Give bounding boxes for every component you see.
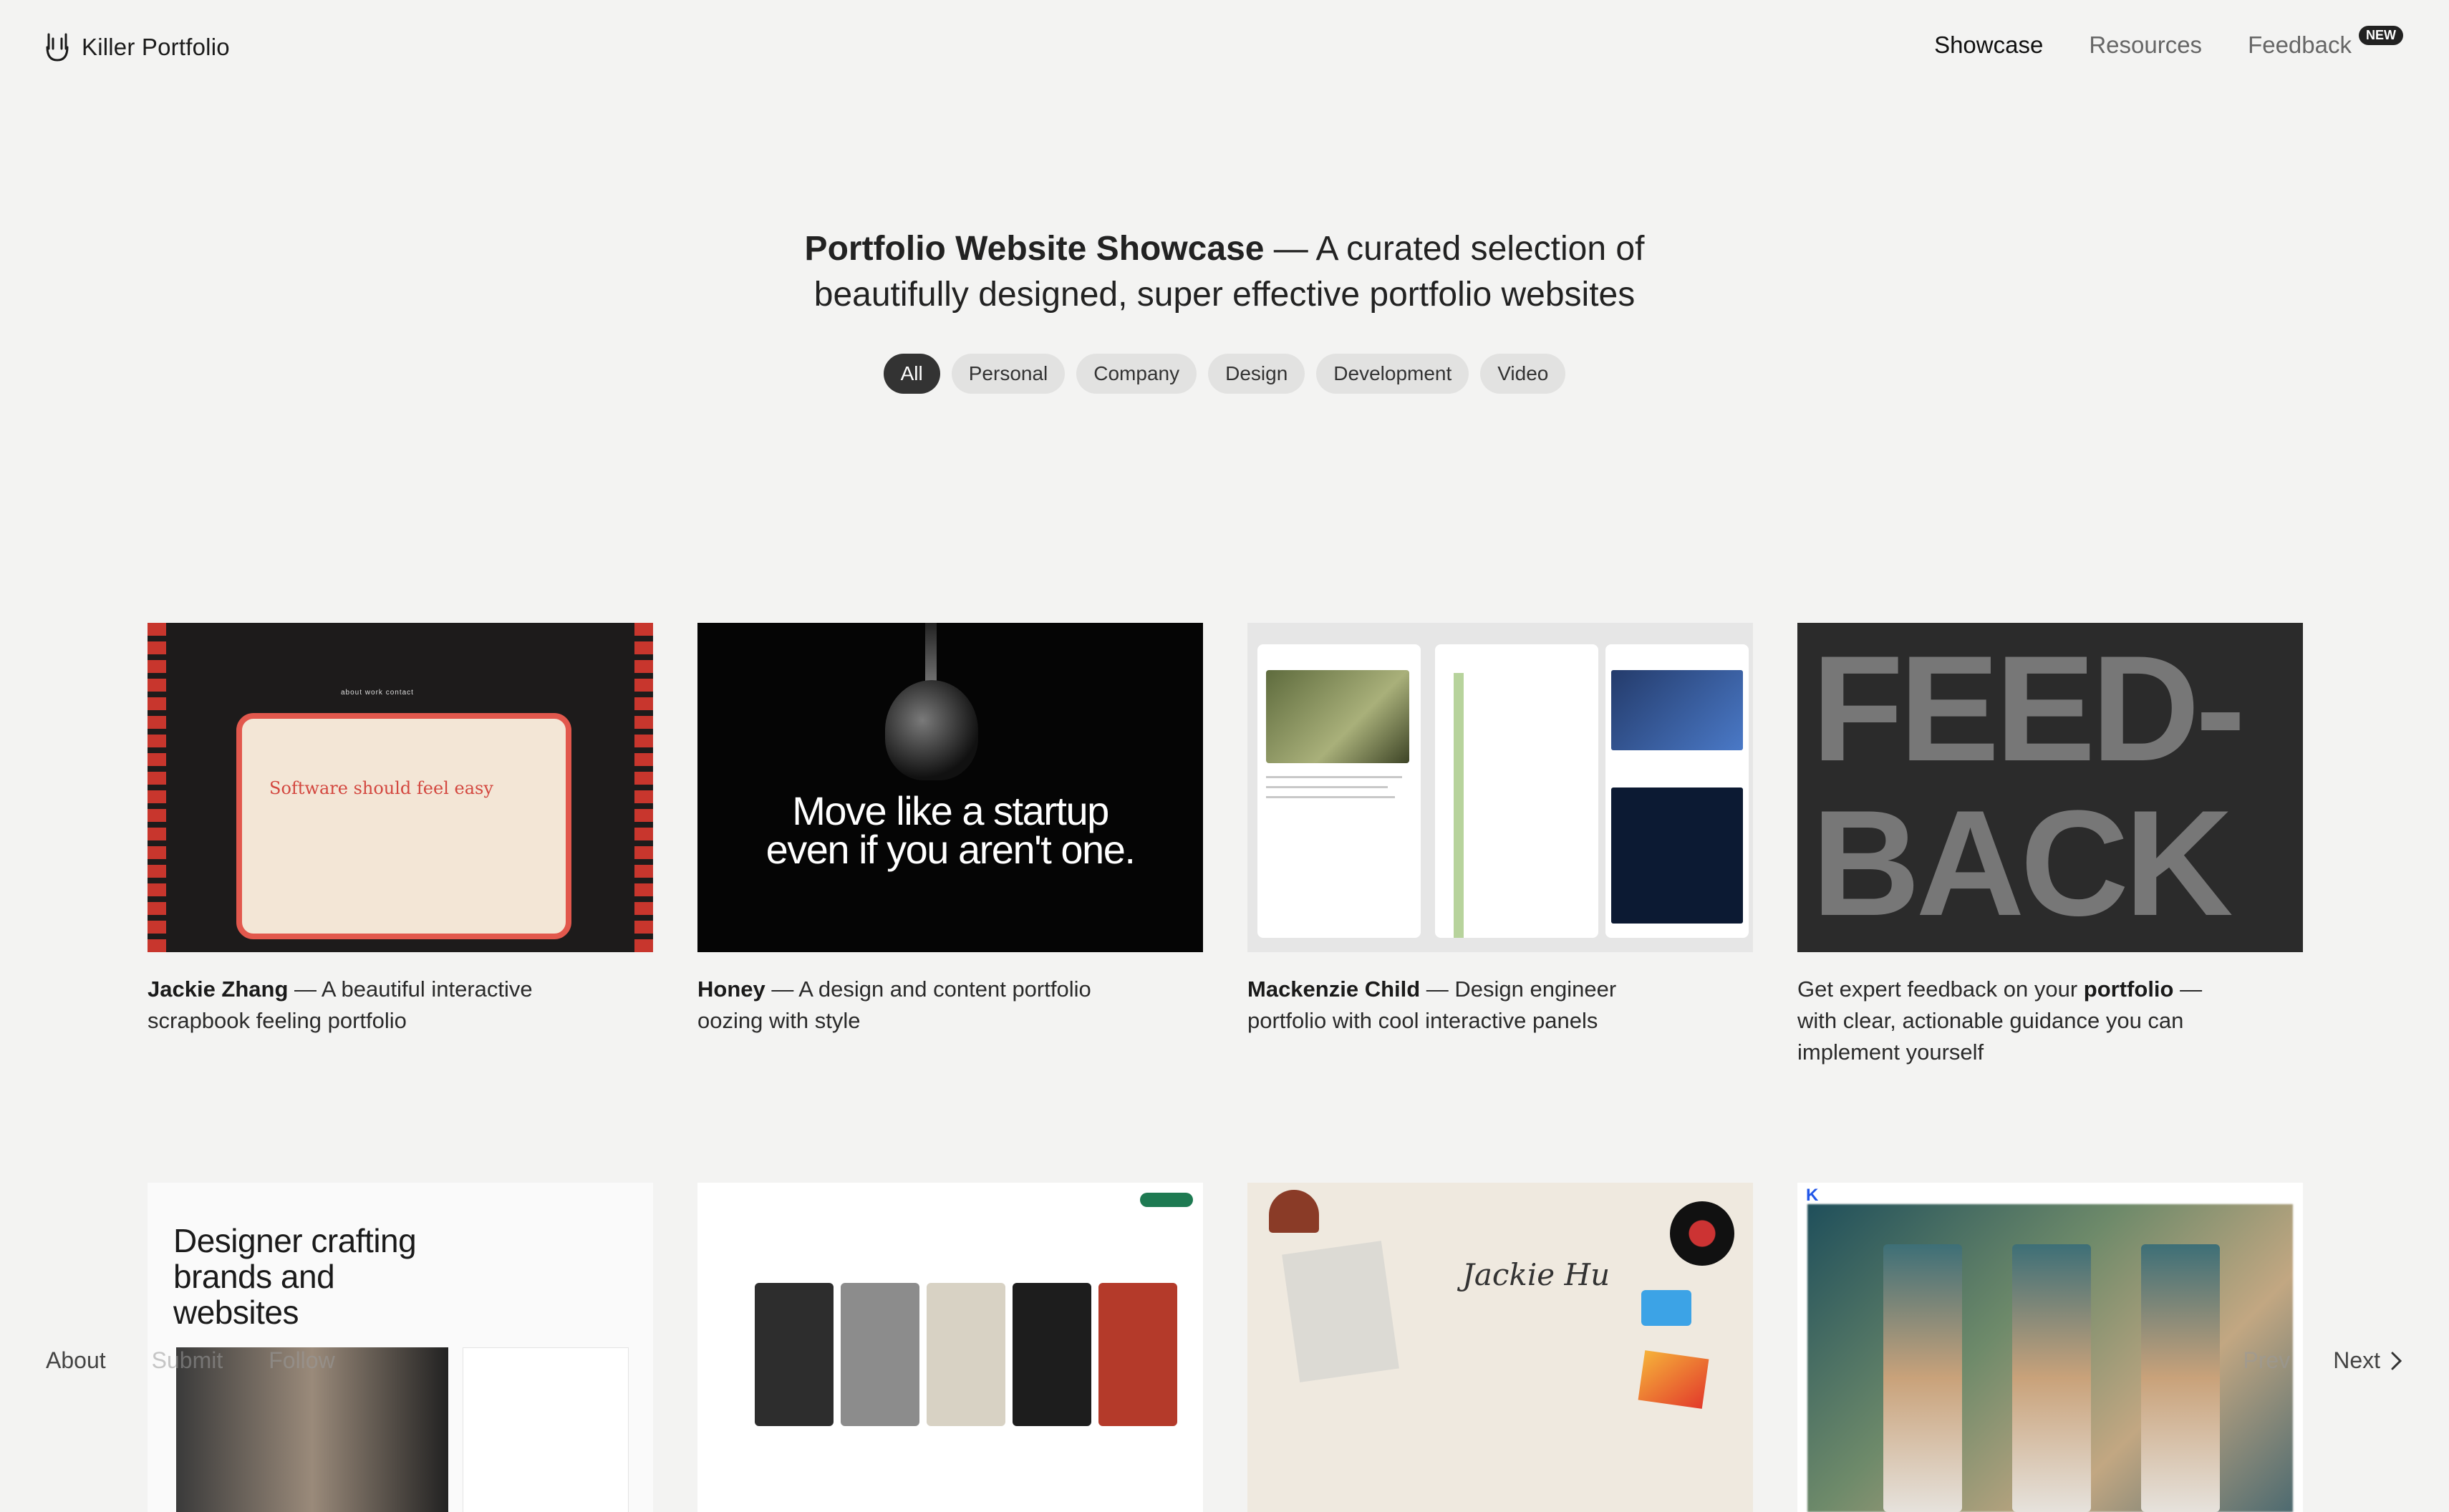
card-thumbnail[interactable]: FEED- BACK (1797, 623, 2303, 952)
filter-personal[interactable]: Personal (951, 354, 1066, 394)
pagination: Prev Next (2243, 1347, 2403, 1374)
card-title[interactable]: Honey (697, 976, 765, 1002)
chevron-right-icon (2391, 1352, 2402, 1370)
k-logo-icon: K (1806, 1186, 1819, 1205)
signature-text: Jackie Hu (1462, 1257, 1610, 1292)
new-badge: NEW (2359, 26, 2403, 45)
site-header: Killer Portfolio Showcase Resources Feed… (0, 0, 2449, 96)
text-line (1266, 776, 1402, 778)
text-line (1266, 786, 1388, 788)
lamp-image (1269, 1190, 1319, 1233)
pattern-strip-right (634, 623, 653, 952)
nav-resources[interactable]: Resources (2089, 32, 2202, 59)
filter-design[interactable]: Design (1208, 354, 1305, 394)
brand-name: Killer Portfolio (82, 34, 230, 60)
prev-button[interactable]: Prev (2243, 1347, 2290, 1374)
card-caption: Jackie Zhang — A beautiful interactive s… (148, 974, 591, 1037)
scrapbook-illustration (236, 713, 571, 939)
footer-submit[interactable]: Submit (152, 1347, 223, 1374)
hero: Portfolio Website Showcase — A curated s… (0, 226, 2449, 318)
footer-about[interactable]: About (46, 1347, 106, 1374)
filter-chips: All Personal Company Design Development … (0, 354, 2449, 394)
filter-all[interactable]: All (883, 354, 940, 394)
next-label: Next (2333, 1347, 2380, 1373)
page-title: Portfolio Website Showcase — A curated s… (0, 226, 2449, 318)
showcase-card-jackie-zhang[interactable]: about work contact Software should feel … (148, 623, 653, 1037)
thumb-menu: about work contact (341, 689, 414, 697)
course-thumb (1611, 788, 1743, 924)
filter-development[interactable]: Development (1316, 354, 1469, 394)
filter-video[interactable]: Video (1480, 354, 1566, 394)
card-desc-before: Get expert feedback on your (1797, 976, 2084, 1002)
portrait-photo (1266, 670, 1409, 763)
nav-feedback[interactable]: Feedback NEW (2248, 26, 2403, 59)
pattern-strip-left (148, 623, 166, 952)
next-button[interactable]: Next (2333, 1347, 2403, 1374)
feed-word: FEED- (1812, 624, 2246, 793)
honey-spoon-image (885, 680, 978, 780)
card-thumbnail[interactable]: Move like a startup even if you aren't o… (697, 623, 1203, 952)
thumb-text: Software should feel easy (269, 778, 493, 798)
card-thumbnail[interactable] (1247, 623, 1753, 952)
showcase-card-honey[interactable]: Move like a startup even if you aren't o… (697, 623, 1203, 1037)
site-footer: About Submit Follow Prev Next (0, 1332, 2449, 1389)
card-caption: Mackenzie Child — Design engineer portfo… (1247, 974, 1691, 1037)
folder-icon (1641, 1290, 1691, 1326)
rock-hand-icon (46, 33, 69, 62)
title-rest: — A curated selection of (1264, 230, 1645, 268)
main-nav: Showcase Resources Feedback NEW (1934, 26, 2403, 59)
get-in-touch-pill (1140, 1193, 1193, 1207)
back-word: BACK (1812, 779, 2233, 947)
footer-follow[interactable]: Follow (269, 1347, 334, 1374)
card-title[interactable]: portfolio (2084, 976, 2174, 1002)
card-thumbnail[interactable]: about work contact Software should feel … (148, 623, 653, 952)
card-title[interactable]: Jackie Zhang (148, 976, 288, 1002)
card-caption: Honey — A design and content portfolio o… (697, 974, 1141, 1037)
thumb-heading: Designer crafting brands and websites (173, 1222, 417, 1331)
nav-feedback-label: Feedback (2248, 32, 2352, 58)
title-bold: Portfolio Website Showcase (804, 230, 1265, 268)
vinyl-record-image (1670, 1201, 1734, 1266)
title-line2: beautifully designed, super effective po… (813, 276, 1636, 314)
card-title[interactable]: Mackenzie Child (1247, 976, 1420, 1002)
feedback-promo-card[interactable]: FEED- BACK Get expert feedback on your p… (1797, 623, 2303, 1068)
filter-company[interactable]: Company (1076, 354, 1197, 394)
footer-links: About Submit Follow (46, 1347, 335, 1374)
brand-logo[interactable]: Killer Portfolio (43, 32, 230, 63)
card-caption: Get expert feedback on your portfolio — … (1797, 974, 2241, 1068)
thumb-line2: even if you aren't one. (765, 827, 1136, 872)
thumb-headline: Move like a startup even if you aren't o… (697, 791, 1203, 872)
showcase-card-mackenzie-child[interactable]: Mackenzie Child — Design engineer portfo… (1247, 623, 1753, 1037)
nav-showcase[interactable]: Showcase (1934, 32, 2043, 59)
text-line (1266, 796, 1395, 798)
video-thumb (1611, 670, 1743, 750)
timeline-bar (1454, 673, 1464, 938)
spoon-handle (925, 623, 937, 687)
